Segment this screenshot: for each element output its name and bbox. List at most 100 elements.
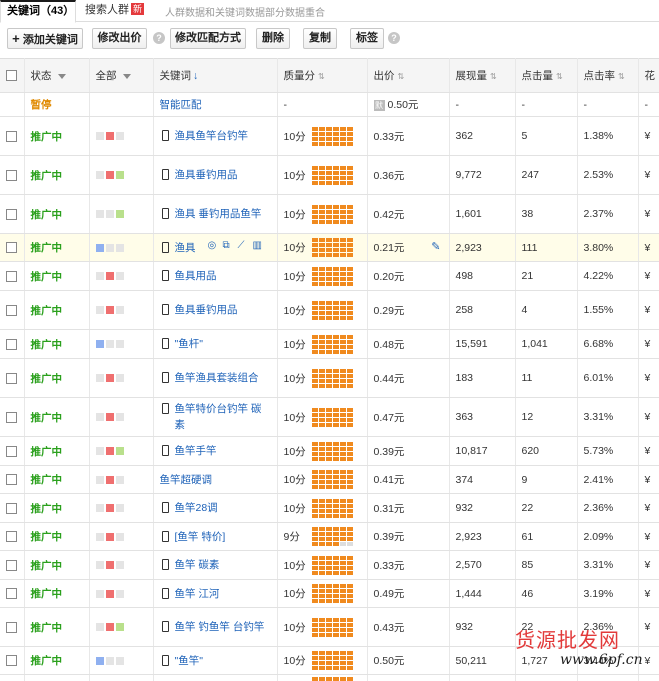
add-keyword-button[interactable]: + 添加关键词	[7, 28, 83, 49]
keyword-link[interactable]: 鱼竿28调	[175, 500, 218, 516]
row-checkbox[interactable]	[6, 559, 17, 571]
edit-bid-icon[interactable]: ✎	[431, 240, 440, 253]
row-select-cell[interactable]	[0, 522, 25, 551]
dropdown-icon[interactable]	[122, 73, 131, 79]
sort-down-icon[interactable]: ↓	[193, 70, 198, 82]
bid-cell[interactable]: 0.36元	[367, 155, 450, 195]
row-checkbox[interactable]	[6, 474, 17, 486]
table-row[interactable]: 推广中 鱼具用品 10分 0.20元 498 21 4.22% ¥	[0, 261, 659, 291]
sort-icon[interactable]: ⇅	[318, 72, 325, 81]
table-row[interactable]: 推广中 渔具 ◎ ⧉ ⟋ ▥ 10分 0.21元 ✎ 2,923 111 3.80% ¥	[0, 233, 659, 262]
bid-cell[interactable]: 0.44元	[367, 358, 450, 398]
header-ctr[interactable]: 点击率 ⇅	[577, 58, 639, 93]
delete-button[interactable]: 删除	[256, 28, 290, 49]
sort-icon[interactable]: ⇅	[490, 72, 497, 81]
copy-icon[interactable]: ⧉	[223, 240, 234, 251]
row-checkbox[interactable]	[6, 338, 17, 350]
keyword-link[interactable]: 鱼竿特价台钓竿 碳素	[175, 401, 271, 433]
view-icon[interactable]: ◎	[208, 240, 219, 251]
bid-cell[interactable]: 0.31元	[367, 493, 450, 523]
bid-cell[interactable]: 0.42元	[367, 194, 450, 234]
table-row[interactable]: 推广中 鱼竿渔具套装组合 10分 0.44元 183 11 6.01% ¥	[0, 358, 659, 398]
bid-cell[interactable]: 0.39元	[367, 522, 450, 551]
copy-button[interactable]: 复制	[303, 28, 337, 49]
modify-bid-button[interactable]: 修改出价	[92, 28, 147, 49]
bid-cell[interactable]: 0.29元	[367, 290, 450, 330]
row-select-cell[interactable]	[0, 261, 25, 291]
row-select-cell[interactable]	[0, 397, 25, 437]
table-row[interactable]: 推广中 渔具垂钓用品 10分 0.36元 9,772 247 2.53% ¥	[0, 155, 659, 195]
header-cost[interactable]: 花	[638, 58, 659, 93]
keyword-link[interactable]: 鱼竿渔具套装组合	[175, 370, 259, 386]
row-select-cell[interactable]	[0, 155, 25, 195]
keyword-link[interactable]: 鱼竿 碳素	[175, 557, 220, 573]
tab-audience[interactable]: 搜索人群新	[79, 0, 150, 22]
bid-cell[interactable]: 0.33元	[367, 550, 450, 580]
row-select-cell[interactable]	[0, 436, 25, 466]
row-select-cell[interactable]	[0, 194, 25, 234]
row-checkbox[interactable]	[6, 445, 17, 457]
bid-cell[interactable]: 0.47元	[367, 397, 450, 437]
select-all-checkbox[interactable]	[6, 70, 17, 82]
keyword-link[interactable]: 鱼竿 江河	[175, 586, 220, 602]
keyword-link[interactable]: 智能匹配	[160, 97, 202, 113]
keyword-link[interactable]: 渔具鱼竿台钓竿	[175, 128, 249, 144]
row-checkbox[interactable]	[6, 169, 17, 181]
modify-match-button[interactable]: 修改匹配方式	[170, 28, 246, 49]
table-row[interactable]: 推广中 鱼竿 江河 10分 0.49元 1,444 46 3.19% ¥	[0, 579, 659, 608]
row-select-cell[interactable]	[0, 579, 25, 608]
bid-cell[interactable]: 0.39元	[367, 436, 450, 466]
keyword-link[interactable]: [鱼竿 特价]	[175, 529, 226, 545]
table-row[interactable]: 推广中 渔具 垂钓用品鱼竿 10分 0.42元 1,601 38 2.37% ¥	[0, 194, 659, 234]
bid-cell[interactable]: 0.20元	[367, 261, 450, 291]
header-bid[interactable]: 出价 ⇅	[367, 58, 450, 93]
bid-cell[interactable]: 0.49元	[367, 579, 450, 608]
keyword-link[interactable]: 鱼竿超硬调	[160, 472, 213, 488]
keyword-link[interactable]: "鱼杆"	[175, 336, 203, 352]
row-checkbox[interactable]	[6, 270, 17, 282]
header-clicks[interactable]: 点击量 ⇅	[515, 58, 578, 93]
row-select-cell[interactable]	[0, 116, 25, 156]
row-select-cell[interactable]	[0, 290, 25, 330]
bid-cell[interactable]: 0.33元	[367, 116, 450, 156]
tab-keywords[interactable]: 关键词（43）	[0, 0, 76, 23]
bid-cell[interactable]: 0.43元	[367, 607, 450, 647]
row-select-cell[interactable]	[0, 465, 25, 494]
sort-icon[interactable]: ⇅	[618, 72, 625, 81]
header-impressions[interactable]: 展现量 ⇅	[449, 58, 516, 93]
row-checkbox[interactable]	[6, 502, 17, 514]
row-select-cell[interactable]	[0, 233, 25, 262]
row-checkbox[interactable]	[6, 621, 17, 633]
row-checkbox[interactable]	[6, 208, 17, 220]
keyword-link[interactable]: 渔具垂钓用品	[175, 167, 238, 183]
bid-cell[interactable]: 0.21元 ✎	[367, 233, 450, 262]
header-quality[interactable]: 质量分 ⇅	[277, 58, 368, 93]
row-select-cell[interactable]	[0, 493, 25, 523]
table-row[interactable]: 推广中 鱼竿特价台钓竿 碳素 10分 0.47元 363 12 3.31% ¥	[0, 397, 659, 437]
bid-cell[interactable]: 0.50元	[367, 646, 450, 675]
table-row[interactable]: 推广中 鱼竿 碳素 10分 0.33元 2,570 85 3.31% ¥	[0, 550, 659, 580]
bid-cell[interactable]: 0.41元	[367, 465, 450, 494]
sort-icon[interactable]: ⇅	[398, 72, 405, 81]
row-checkbox[interactable]	[6, 531, 17, 543]
table-row[interactable]: 推广中 渔具鱼竿台钓竿 10分 0.33元 362 5 1.38% ¥	[0, 116, 659, 156]
table-row[interactable]: 推广中 鱼竿28调 10分 0.31元 932 22 2.36% ¥	[0, 493, 659, 523]
bid-cell[interactable]: 0.48元	[367, 329, 450, 359]
chart-icon[interactable]: ⟋	[238, 240, 249, 251]
header-keyword[interactable]: 关键词 ↓	[153, 58, 278, 93]
row-select-cell[interactable]	[0, 674, 25, 681]
row-select-cell[interactable]	[0, 646, 25, 675]
bid-cell[interactable]: 0.23元	[367, 674, 450, 681]
table-row[interactable]: 暂停 智能匹配 - 默 0.50元 - - - -	[0, 92, 659, 117]
tag-button[interactable]: 标签	[350, 28, 384, 49]
row-select-cell[interactable]	[0, 550, 25, 580]
row-checkbox[interactable]	[6, 242, 17, 254]
bid-cell[interactable]: 默 0.50元	[367, 92, 450, 117]
keyword-link[interactable]: 鱼竿 钓鱼竿 台钓竿	[175, 619, 265, 635]
header-status[interactable]: 状态	[24, 58, 90, 93]
row-checkbox[interactable]	[6, 655, 17, 667]
trash-icon[interactable]: ▥	[253, 240, 264, 251]
row-select-cell[interactable]	[0, 92, 25, 117]
row-checkbox[interactable]	[6, 130, 17, 142]
help-icon[interactable]: ?	[388, 32, 400, 44]
